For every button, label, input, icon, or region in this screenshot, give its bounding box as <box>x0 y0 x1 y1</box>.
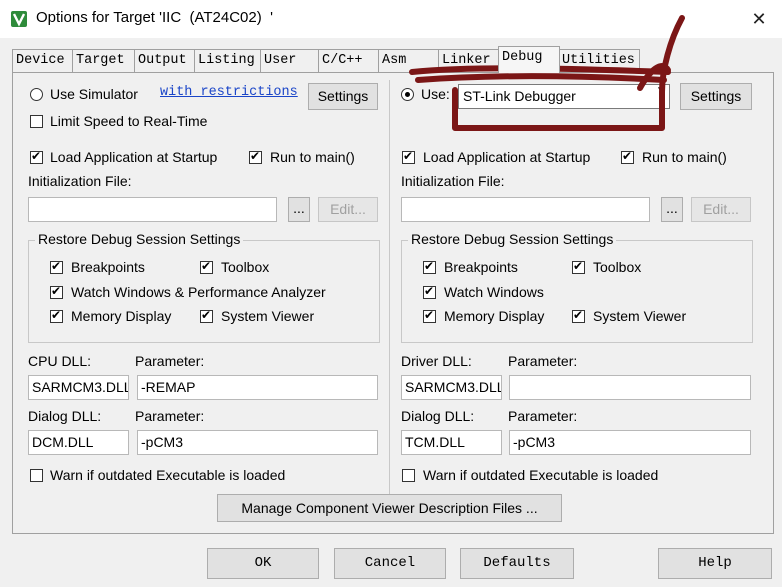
tab-c-cpp[interactable]: C/C++ <box>318 49 380 72</box>
with-restrictions-link[interactable]: with restrictions <box>160 85 298 100</box>
left-sysviewer-label: System Viewer <box>221 308 315 324</box>
debugger-select[interactable]: ST-Link Debugger ▼ <box>458 84 670 109</box>
window-title: Options for Target 'IIC (AT24C02) ' <box>36 9 273 26</box>
left-memory-label: Memory Display <box>71 308 172 324</box>
right-breakpoints-label: Breakpoints <box>444 259 518 275</box>
ok-button[interactable]: OK <box>207 548 319 579</box>
left-init-browse-button[interactable]: ... <box>288 197 310 222</box>
right-dialog-dll-label: Dialog DLL: <box>401 408 475 424</box>
right-warn-label: Warn if outdated Executable is loaded <box>423 467 659 483</box>
debugger-select-value: ST-Link Debugger <box>463 88 576 104</box>
tab-target[interactable]: Target <box>72 49 136 72</box>
right-warn-checkbox[interactable] <box>402 469 415 482</box>
limit-speed-checkbox[interactable] <box>30 115 43 128</box>
left-toolbox-label: Toolbox <box>221 259 270 275</box>
driver-param-label: Parameter: <box>508 353 578 369</box>
left-run-to-main-checkbox[interactable] <box>249 149 262 164</box>
use-label: Use: <box>421 86 450 102</box>
driver-dll-label: Driver DLL: <box>401 353 472 369</box>
left-toolbox-checkbox[interactable] <box>200 259 213 274</box>
left-warn-label: Warn if outdated Executable is loaded <box>50 467 286 483</box>
cpu-param-field[interactable]: -REMAP <box>137 375 378 400</box>
cancel-button[interactable]: Cancel <box>334 548 446 579</box>
tab-linker[interactable]: Linker <box>438 49 500 72</box>
left-init-file-label: Initialization File: <box>28 173 132 189</box>
defaults-button[interactable]: Defaults <box>460 548 574 579</box>
cpu-dll-label: CPU DLL: <box>28 353 92 369</box>
driver-param-field[interactable] <box>509 375 751 400</box>
right-dialog-param-field[interactable]: -pCM3 <box>509 430 751 455</box>
right-run-to-main-label: Run to main() <box>642 149 727 165</box>
left-watch-checkbox[interactable] <box>50 284 63 299</box>
driver-dll-field[interactable]: SARMCM3.DLL <box>401 375 502 400</box>
left-breakpoints-checkbox[interactable] <box>50 259 63 274</box>
close-icon[interactable]: ✕ <box>744 6 774 32</box>
right-memory-label: Memory Display <box>444 308 545 324</box>
tab-listing[interactable]: Listing <box>194 49 262 72</box>
left-breakpoints-label: Breakpoints <box>71 259 145 275</box>
column-divider <box>389 80 390 498</box>
right-watch-checkbox[interactable] <box>423 284 436 299</box>
tab-utilities[interactable]: Utilities <box>558 49 640 72</box>
right-memory-checkbox[interactable] <box>423 308 436 323</box>
right-run-to-main-checkbox[interactable] <box>621 149 634 164</box>
right-init-file-label: Initialization File: <box>401 173 505 189</box>
left-warn-checkbox[interactable] <box>30 469 43 482</box>
right-dialog-param-label: Parameter: <box>508 408 578 424</box>
tab-debug[interactable]: Debug <box>498 46 560 73</box>
right-toolbox-label: Toolbox <box>593 259 642 275</box>
left-load-app-checkbox[interactable] <box>30 149 43 164</box>
keil-app-icon <box>11 11 27 27</box>
right-toolbox-checkbox[interactable] <box>572 259 585 274</box>
left-dialog-param-field[interactable]: -pCM3 <box>137 430 378 455</box>
tab-device[interactable]: Device <box>12 49 74 72</box>
left-dialog-dll-label: Dialog DLL: <box>28 408 102 424</box>
help-button[interactable]: Help <box>658 548 772 579</box>
left-load-app-label: Load Application at Startup <box>50 149 218 165</box>
limit-speed-label: Limit Speed to Real-Time <box>50 113 208 129</box>
left-dialog-dll-field[interactable]: DCM.DLL <box>28 430 129 455</box>
left-init-edit-button[interactable]: Edit... <box>318 197 378 222</box>
right-init-browse-button[interactable]: ... <box>661 197 683 222</box>
left-memory-checkbox[interactable] <box>50 308 63 323</box>
tab-output[interactable]: Output <box>134 49 196 72</box>
debugger-settings-button[interactable]: Settings <box>680 83 752 110</box>
use-target-radio[interactable] <box>401 88 414 101</box>
right-load-app-label: Load Application at Startup <box>423 149 591 165</box>
chevron-down-icon: ▼ <box>656 85 666 96</box>
left-init-file-input[interactable] <box>28 197 277 222</box>
right-restore-group-title: Restore Debug Session Settings <box>408 231 617 247</box>
right-sysviewer-checkbox[interactable] <box>572 308 585 323</box>
right-init-edit-button[interactable]: Edit... <box>691 197 751 222</box>
left-run-to-main-label: Run to main() <box>270 149 355 165</box>
right-init-file-input[interactable] <box>401 197 650 222</box>
left-restore-group-title: Restore Debug Session Settings <box>35 231 244 247</box>
cpu-param-label: Parameter: <box>135 353 205 369</box>
right-dialog-dll-field[interactable]: TCM.DLL <box>401 430 502 455</box>
left-dialog-param-label: Parameter: <box>135 408 205 424</box>
use-simulator-label: Use Simulator <box>50 86 138 102</box>
tab-asm[interactable]: Asm <box>378 49 440 72</box>
right-watch-label: Watch Windows <box>444 284 544 300</box>
left-sysviewer-checkbox[interactable] <box>200 308 213 323</box>
use-simulator-radio[interactable] <box>30 88 43 101</box>
right-load-app-checkbox[interactable] <box>402 149 415 164</box>
left-watch-label: Watch Windows & Performance Analyzer <box>71 284 326 300</box>
cpu-dll-field[interactable]: SARMCM3.DLL <box>28 375 129 400</box>
simulator-settings-button[interactable]: Settings <box>308 83 378 110</box>
manage-component-viewer-button[interactable]: Manage Component Viewer Description File… <box>217 494 562 522</box>
right-sysviewer-label: System Viewer <box>593 308 687 324</box>
right-breakpoints-checkbox[interactable] <box>423 259 436 274</box>
tab-user[interactable]: User <box>260 49 320 72</box>
